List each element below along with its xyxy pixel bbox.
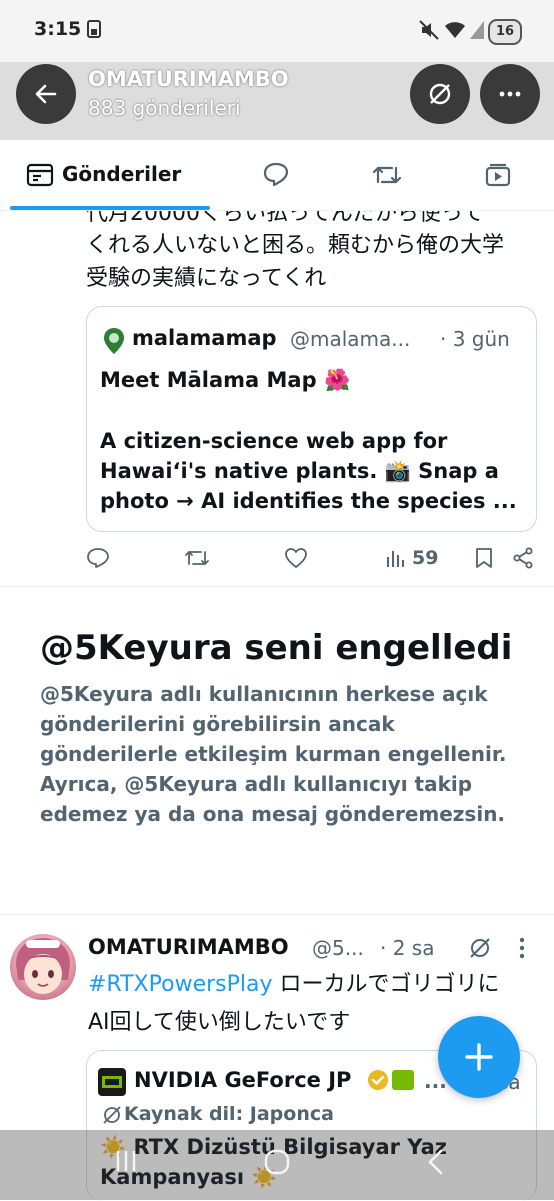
quoted-post-title: Meet Mālama Map 🌺 — [100, 368, 351, 392]
map-pin-avatar — [102, 326, 126, 360]
nvidia-logo-icon — [392, 1070, 414, 1090]
source-language-note: Kaynak dil: Japonca — [124, 1103, 334, 1125]
chevron-left-icon — [428, 1149, 443, 1175]
post-author-name[interactable]: OMATURIMAMBO — [88, 935, 289, 959]
views-icon — [387, 551, 404, 567]
share-icon — [513, 547, 533, 569]
hashtag-link[interactable]: #RTXPowersPlay — [88, 972, 273, 997]
more-icon — [499, 91, 521, 97]
post-author-handle: @5... — [312, 936, 364, 960]
back-button[interactable] — [16, 64, 76, 124]
recent-apps-icon — [116, 1151, 136, 1171]
post-text-line: くれる人いないと困る。頼むから俺の大学 — [86, 233, 505, 258]
tab-posts-label[interactable]: Gönderiler — [62, 162, 181, 186]
plus-icon — [465, 1043, 493, 1071]
divider — [0, 586, 554, 587]
bookmark-icon — [476, 548, 492, 568]
quoted-post-line: A citizen-science web app for — [100, 429, 448, 453]
mute-icon — [418, 19, 440, 46]
back-nav-button[interactable] — [424, 1148, 448, 1183]
reply-button[interactable] — [86, 547, 110, 573]
compose-post-button[interactable] — [438, 1016, 520, 1098]
avatar-illustration — [16, 938, 70, 994]
share-button[interactable] — [512, 547, 534, 573]
views-button[interactable] — [385, 547, 407, 573]
posts-icon — [26, 163, 54, 187]
tab-posts[interactable] — [26, 162, 54, 192]
status-time: 3:15 — [34, 18, 82, 40]
tab-media[interactable] — [484, 162, 512, 192]
arrow-left-icon — [35, 84, 57, 104]
post-text-line: AI回して使い倒したいです — [88, 1010, 351, 1035]
header-title: OMATURIMAMBO — [88, 67, 289, 91]
quoted-post-line: photo → AI identifies the species ... — [100, 489, 517, 513]
post-menu-button[interactable] — [512, 936, 532, 964]
post-text-segment: ローカルでゴリゴリに — [272, 972, 500, 997]
quoted-author-name[interactable]: malamamap — [132, 326, 277, 350]
battery-indicator: 16 — [488, 19, 522, 45]
signal-icon — [468, 19, 486, 46]
quoted-post-line: Hawaiʻi's native plants. 📸 Snap a — [100, 459, 499, 483]
home-button[interactable] — [263, 1148, 291, 1183]
grok-icon — [429, 83, 451, 105]
repost-icon — [185, 551, 209, 565]
grok-button[interactable] — [410, 64, 470, 124]
tab-reposts[interactable] — [372, 162, 402, 192]
blocked-notice-body: @5Keyura adlı kullanıcının herkese açık … — [40, 682, 507, 826]
nvidia-avatar — [98, 1068, 126, 1096]
recent-apps-button[interactable] — [112, 1148, 140, 1181]
post-text-line: #RTXPowersPlay ローカルでゴリゴリに — [88, 968, 500, 1001]
blocked-notice-title: @5Keyura seni engelledi — [40, 628, 513, 668]
verified-badge-icon — [366, 1068, 390, 1096]
wifi-icon — [443, 19, 467, 46]
views-count: 59 — [412, 547, 439, 569]
game-ready-icon — [102, 1076, 122, 1088]
sim-icon — [86, 19, 102, 44]
grok-explain-button[interactable] — [468, 936, 492, 964]
repost-button[interactable] — [184, 547, 210, 573]
quoted-author-handle: @malama... — [290, 327, 411, 351]
heart-icon — [285, 548, 307, 568]
bookmark-button[interactable] — [474, 547, 494, 573]
quoted-author-name[interactable]: NVIDIA GeForce JP — [134, 1068, 351, 1092]
reply-icon — [263, 162, 289, 187]
divider — [0, 914, 554, 915]
home-icon — [264, 1149, 290, 1175]
more-options-button[interactable] — [480, 64, 540, 124]
translate-icon — [102, 1105, 122, 1129]
post-text-line: 受験の実績になってくれ — [86, 266, 327, 291]
like-button[interactable] — [284, 547, 308, 573]
post-time: · 2 sa — [380, 936, 435, 960]
tab-replies[interactable] — [262, 161, 290, 191]
avatar[interactable] — [10, 934, 76, 1000]
media-icon — [485, 163, 511, 187]
quoted-post-time: · 3 gün — [440, 327, 510, 351]
header-post-count: 883 gönderileri — [88, 96, 241, 120]
map-pin-icon — [104, 328, 124, 354]
reply-icon — [87, 548, 109, 568]
more-vertical-icon — [519, 937, 525, 959]
tab-active-indicator — [10, 206, 210, 210]
repost-icon — [372, 166, 402, 184]
grok-icon — [470, 938, 490, 958]
